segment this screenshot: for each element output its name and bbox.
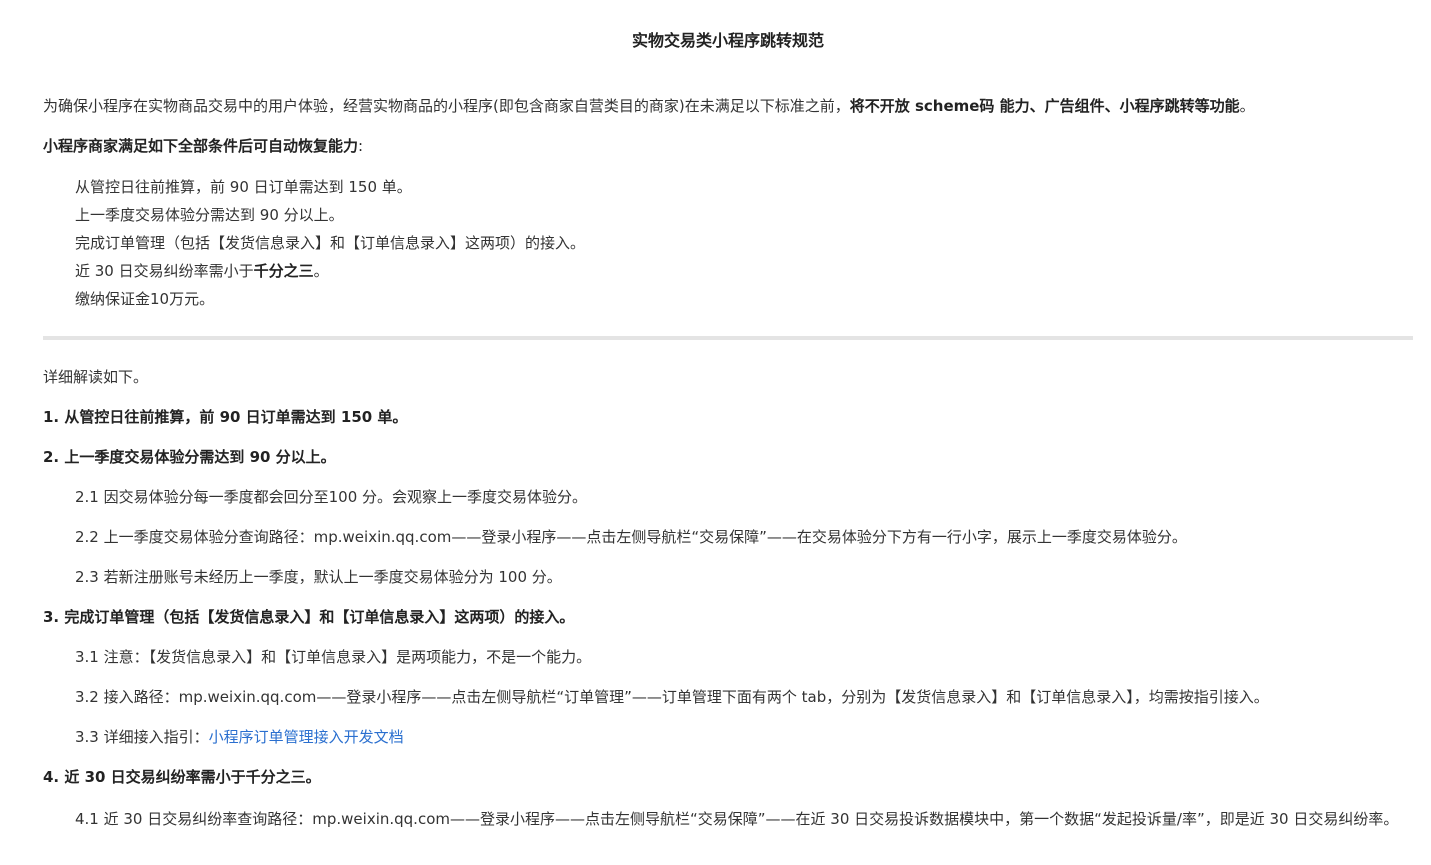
conditions-list: 从管控日往前推算，前 90 日订单需达到 150 单。 上一季度交易体验分需达到…	[43, 173, 1413, 313]
section-heading-2: 2. 上一季度交易体验分需达到 90 分以上。	[43, 448, 336, 466]
condition4-bold: 千分之三	[253, 262, 314, 280]
conditions-heading-text: 小程序商家满足如下全部条件后可自动恢复能力	[43, 137, 359, 155]
condition4-end: 。	[313, 262, 329, 280]
conditions-heading-colon: :	[358, 137, 364, 155]
subsection-2-2: 2.2 上一季度交易体验分查询路径：mp.weixin.qq.com——登录小程…	[75, 528, 1187, 546]
condition-item: 完成订单管理（包括【发货信息录入】和【订单信息录入】这两项）的接入。	[75, 234, 586, 252]
subsection-3-3: 3.3 详细接入指引：小程序订单管理接入开发文档	[43, 726, 1413, 748]
document-page: 实物交易类小程序跳转规范 为确保小程序在实物商品交易中的用户体验，经营实物商品的…	[0, 0, 1431, 865]
page-title: 实物交易类小程序跳转规范	[631, 31, 824, 50]
section-heading-3: 3. 完成订单管理（包括【发货信息录入】和【订单信息录入】这两项）的接入。	[43, 608, 575, 626]
subsection-2-3: 2.3 若新注册账号未经历上一季度，默认上一季度交易体验分为 100 分。	[75, 568, 562, 586]
condition-item: 缴纳保证金10万元。	[75, 290, 215, 308]
section-heading-1: 1. 从管控日往前推算，前 90 日订单需达到 150 单。	[43, 408, 408, 426]
intro-bold-text: 将不开放 scheme码 能力、广告组件、小程序跳转等功能	[849, 97, 1240, 115]
condition-item: 近 30 日交易纠纷率需小于千分之三。	[75, 257, 1413, 285]
section-divider	[43, 336, 1413, 340]
subsection-3-1: 3.1 注意：【发货信息录入】和【订单信息录入】是两项能力，不是一个能力。	[75, 648, 592, 666]
subsection-2-1: 2.1 因交易体验分每一季度都会回分至100 分。会观察上一季度交易体验分。	[75, 488, 588, 506]
conditions-heading: 小程序商家满足如下全部条件后可自动恢复能力:	[43, 135, 1413, 157]
section-heading-4: 4. 近 30 日交易纠纷率需小于千分之三。	[43, 768, 321, 786]
intro-text: 为确保小程序在实物商品交易中的用户体验，经营实物商品的小程序(即包含商家自营类目…	[43, 97, 850, 115]
subsection-4-1: 4.1 近 30 日交易纠纷率查询路径：mp.weixin.qq.com——登录…	[75, 810, 1399, 828]
order-management-doc-link[interactable]: 小程序订单管理接入开发文档	[209, 728, 404, 746]
condition4-text: 近 30 日交易纠纷率需小于	[75, 262, 254, 280]
condition-item: 上一季度交易体验分需达到 90 分以上。	[75, 206, 344, 224]
subsection-3-2: 3.2 接入路径：mp.weixin.qq.com——登录小程序——点击左侧导航…	[75, 688, 1269, 706]
intro-end: 。	[1239, 97, 1255, 115]
detail-heading: 详细解读如下。	[43, 368, 149, 386]
condition-item: 从管控日往前推算，前 90 日订单需达到 150 单。	[75, 178, 412, 196]
intro-paragraph: 为确保小程序在实物商品交易中的用户体验，经营实物商品的小程序(即包含商家自营类目…	[43, 95, 1413, 117]
subsection-3-3-text: 3.3 详细接入指引：	[75, 728, 209, 746]
